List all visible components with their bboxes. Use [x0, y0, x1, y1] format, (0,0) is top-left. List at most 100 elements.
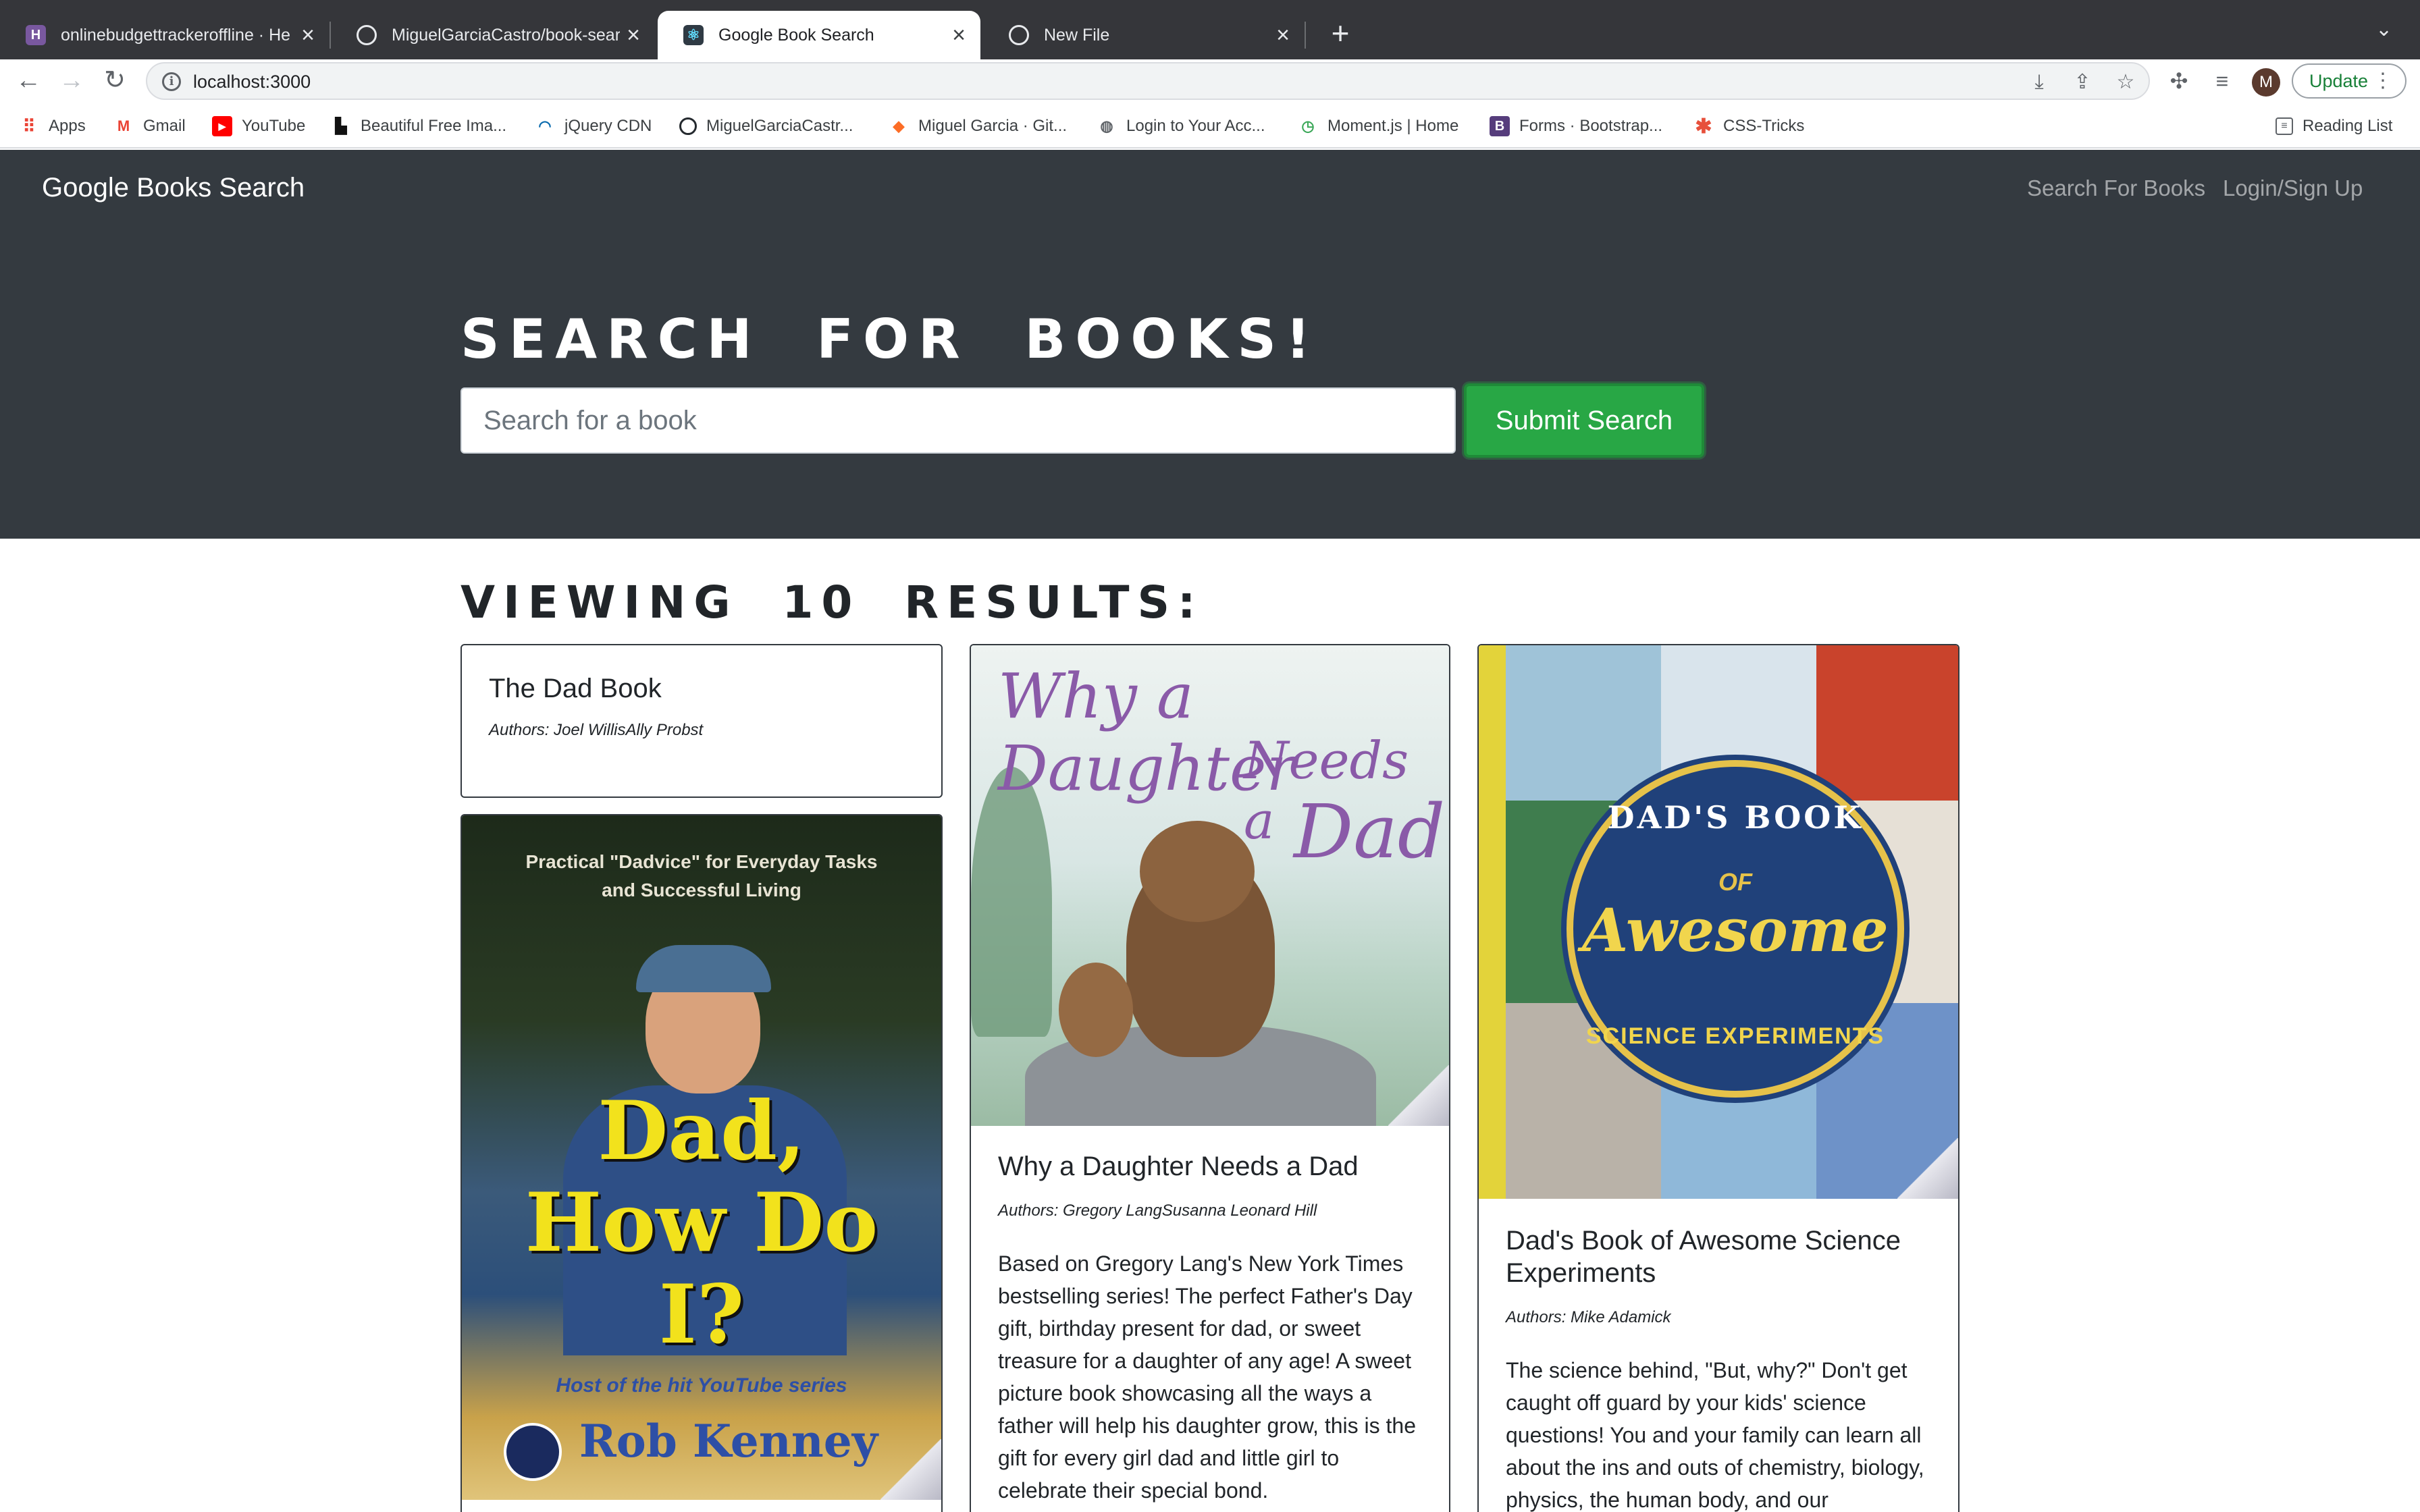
tab-google-book-search[interactable]: ⚛ Google Book Search × [658, 11, 980, 59]
card-body: The Dad Book Authors: Joel WillisAlly Pr… [462, 645, 941, 791]
page-curl [880, 1439, 941, 1500]
bookmark-bootstrap[interactable]: B Forms · Bootstrap... [1490, 115, 1662, 138]
book-cover-image[interactable]: Practical "Dadvice" for Everyday Tasks a… [462, 815, 941, 1500]
tab-title: Google Book Search [718, 25, 874, 45]
gmail-icon: M [117, 117, 130, 134]
book-title: The Dad Book [489, 674, 662, 703]
bookmark-jquery[interactable]: ◠ jQuery CDN [535, 115, 652, 138]
cover-author: Rob Kenney [579, 1415, 878, 1467]
cover-figure [1059, 963, 1133, 1057]
tab-search-chevron-icon[interactable]: ⌄ [2375, 18, 2392, 41]
book-cover-image[interactable]: DAD'S BOOK OF Awesome SCIENCE EXPERIMENT… [1479, 645, 1958, 1199]
kebab-menu-icon[interactable]: ⋮ [2373, 65, 2393, 97]
bookmark-gmail[interactable]: M Gmail [113, 115, 186, 138]
jquery-icon: ◠ [538, 117, 552, 134]
tab-new-file[interactable]: New File × [983, 11, 1305, 59]
youtube-icon: ▶ [212, 116, 232, 136]
bookmark-label: Apps [49, 117, 86, 135]
book-card: Practical "Dadvice" for Everyday Tasks a… [461, 814, 943, 1512]
cover-host-line: Host of the hit YouTube series [556, 1374, 847, 1397]
bookmark-label: MiguelGarciaCastr... [706, 117, 853, 135]
bookmark-unsplash[interactable]: ▙ Beautiful Free Ima... [331, 115, 507, 138]
cover-photo-tile [1506, 645, 1661, 801]
tab-github-book-search[interactable]: MiguelGarciaCastro/book-sear × [331, 11, 655, 59]
react-icon: ⚛ [683, 25, 704, 45]
reading-list-icon: ≡ [2276, 117, 2293, 135]
book-card: Why a Daughter Needs a Dad Why a Daughte… [970, 644, 1450, 1512]
apps-grid-icon: ⠿ [22, 115, 36, 136]
cover-badge-bottom: SCIENCE EXPERIMENTS [1585, 1023, 1885, 1049]
bookmark-youtube[interactable]: ▶ YouTube [212, 115, 305, 138]
close-tab-icon[interactable]: × [294, 22, 321, 49]
close-tab-icon[interactable]: × [1269, 22, 1296, 49]
bookmark-label: jQuery CDN [564, 117, 652, 135]
book-card: The Dad Book Authors: Joel WillisAlly Pr… [461, 644, 943, 798]
search-input[interactable] [461, 387, 1456, 454]
cover-tagline: Practical "Dadvice" for Everyday Tasks a… [525, 851, 878, 900]
bookmark-login[interactable]: ◍ Login to Your Acc... [1097, 115, 1265, 138]
share-icon[interactable]: ⇪ [2069, 69, 2096, 96]
github-icon [1009, 25, 1029, 45]
bookmark-label: Beautiful Free Ima... [361, 117, 507, 135]
update-button[interactable]: Update ⋮ [2292, 63, 2406, 99]
book-title: Why a Daughter Needs a Dad [998, 1152, 1359, 1181]
extensions-puzzle-icon[interactable]: ✣ [2165, 68, 2193, 96]
close-tab-icon[interactable]: × [620, 22, 647, 49]
book-description: The science behind, "But, why?" Don't ge… [1506, 1358, 1924, 1512]
bookmark-github[interactable]: MiguelGarciaCastr... [679, 115, 853, 138]
bookmark-label: Miguel Garcia · Git... [918, 117, 1068, 135]
css-tricks-icon: ✱ [1695, 115, 1712, 138]
forward-button[interactable]: → [55, 65, 88, 97]
nav-search-for-books[interactable]: Search For Books [2027, 176, 2205, 201]
cover-photo-tile [1816, 645, 1958, 801]
reading-list[interactable]: ≡ Reading List [2276, 115, 2392, 138]
bookmark-momentjs[interactable]: ◷ Moment.js | Home [1298, 115, 1458, 138]
cover-figure [1140, 821, 1255, 922]
site-brand[interactable]: Google Books Search [42, 173, 305, 203]
card-body: Why a Daughter Needs a Dad Authors: Greg… [971, 1126, 1449, 1512]
clock-icon: ◷ [1301, 117, 1315, 134]
book-description: Based on Gregory Lang's New York Times b… [998, 1251, 1416, 1503]
nav-login-signup[interactable]: Login/Sign Up [2223, 176, 2363, 201]
reload-button[interactable]: ↻ [99, 65, 131, 97]
site-info-icon[interactable]: i [162, 72, 181, 91]
cover-figure [636, 945, 771, 992]
profile-avatar[interactable]: M [2252, 68, 2280, 97]
cover-badge-top: DAD'S BOOK [1607, 799, 1864, 836]
unsplash-icon: ▙ [335, 117, 347, 134]
bookmark-gitlab[interactable]: ◆ Miguel Garcia · Git... [889, 115, 1068, 138]
card-body: Dad's Book of Awesome Science Experiment… [1479, 1199, 1958, 1512]
address-url[interactable]: localhost:3000 [193, 72, 311, 92]
bookmark-label: Forms · Bootstrap... [1519, 117, 1663, 135]
bookmark-star-icon[interactable]: ☆ [2112, 69, 2139, 96]
bookmarks-bar: ⠿ Apps M Gmail ▶ YouTube ▙ Beautiful Fre… [0, 103, 2420, 148]
github-icon [357, 25, 377, 45]
close-tab-icon[interactable]: × [945, 22, 972, 49]
address-bar[interactable]: i localhost:3000 ⤓ ⇪ ☆ [146, 62, 2150, 100]
book-authors: Authors: Mike Adamick [1506, 1308, 1671, 1326]
tab-strip: H onlinebudgettrackeroffline · He × Migu… [0, 0, 2420, 59]
install-app-icon[interactable]: ⤓ [2026, 69, 2053, 96]
page-curl [1897, 1138, 1958, 1199]
back-button[interactable]: ← [12, 65, 45, 97]
bookmark-label: Moment.js | Home [1327, 117, 1459, 135]
bookmark-label: YouTube [242, 117, 306, 135]
tab-onlinebudgettracker[interactable]: H onlinebudgettrackeroffline · He × [0, 11, 330, 59]
search-hero: Search for Books! Submit Search [0, 238, 2420, 539]
cover-title-line: Dad [1294, 788, 1446, 875]
reading-list-label: Reading List [2303, 117, 2393, 135]
bookmark-css-tricks[interactable]: ✱ CSS-Tricks [1693, 115, 1804, 138]
book-cover-image[interactable]: Why a Daughter Needs a Dad [971, 645, 1449, 1126]
bookmark-label: CSS-Tricks [1723, 117, 1805, 135]
submit-search-button[interactable]: Submit Search [1464, 383, 1704, 458]
browser-toolbar: ← → ↻ i localhost:3000 ⤓ ⇪ ☆ ✣ ≡ M Updat… [0, 59, 2420, 103]
tab-title: MiguelGarciaCastro/book-sear [392, 25, 620, 45]
bookmark-apps[interactable]: ⠿ Apps [19, 115, 86, 138]
results-heading: Viewing 10 results: [461, 576, 1204, 628]
page-curl [1388, 1065, 1449, 1126]
globe-icon: ◍ [1100, 117, 1113, 134]
new-tab-button[interactable]: + [1320, 14, 1361, 54]
cover-badge-of: OF [1718, 868, 1752, 896]
cover-spine [1479, 645, 1506, 1199]
media-queue-icon[interactable]: ≡ [2208, 68, 2236, 96]
